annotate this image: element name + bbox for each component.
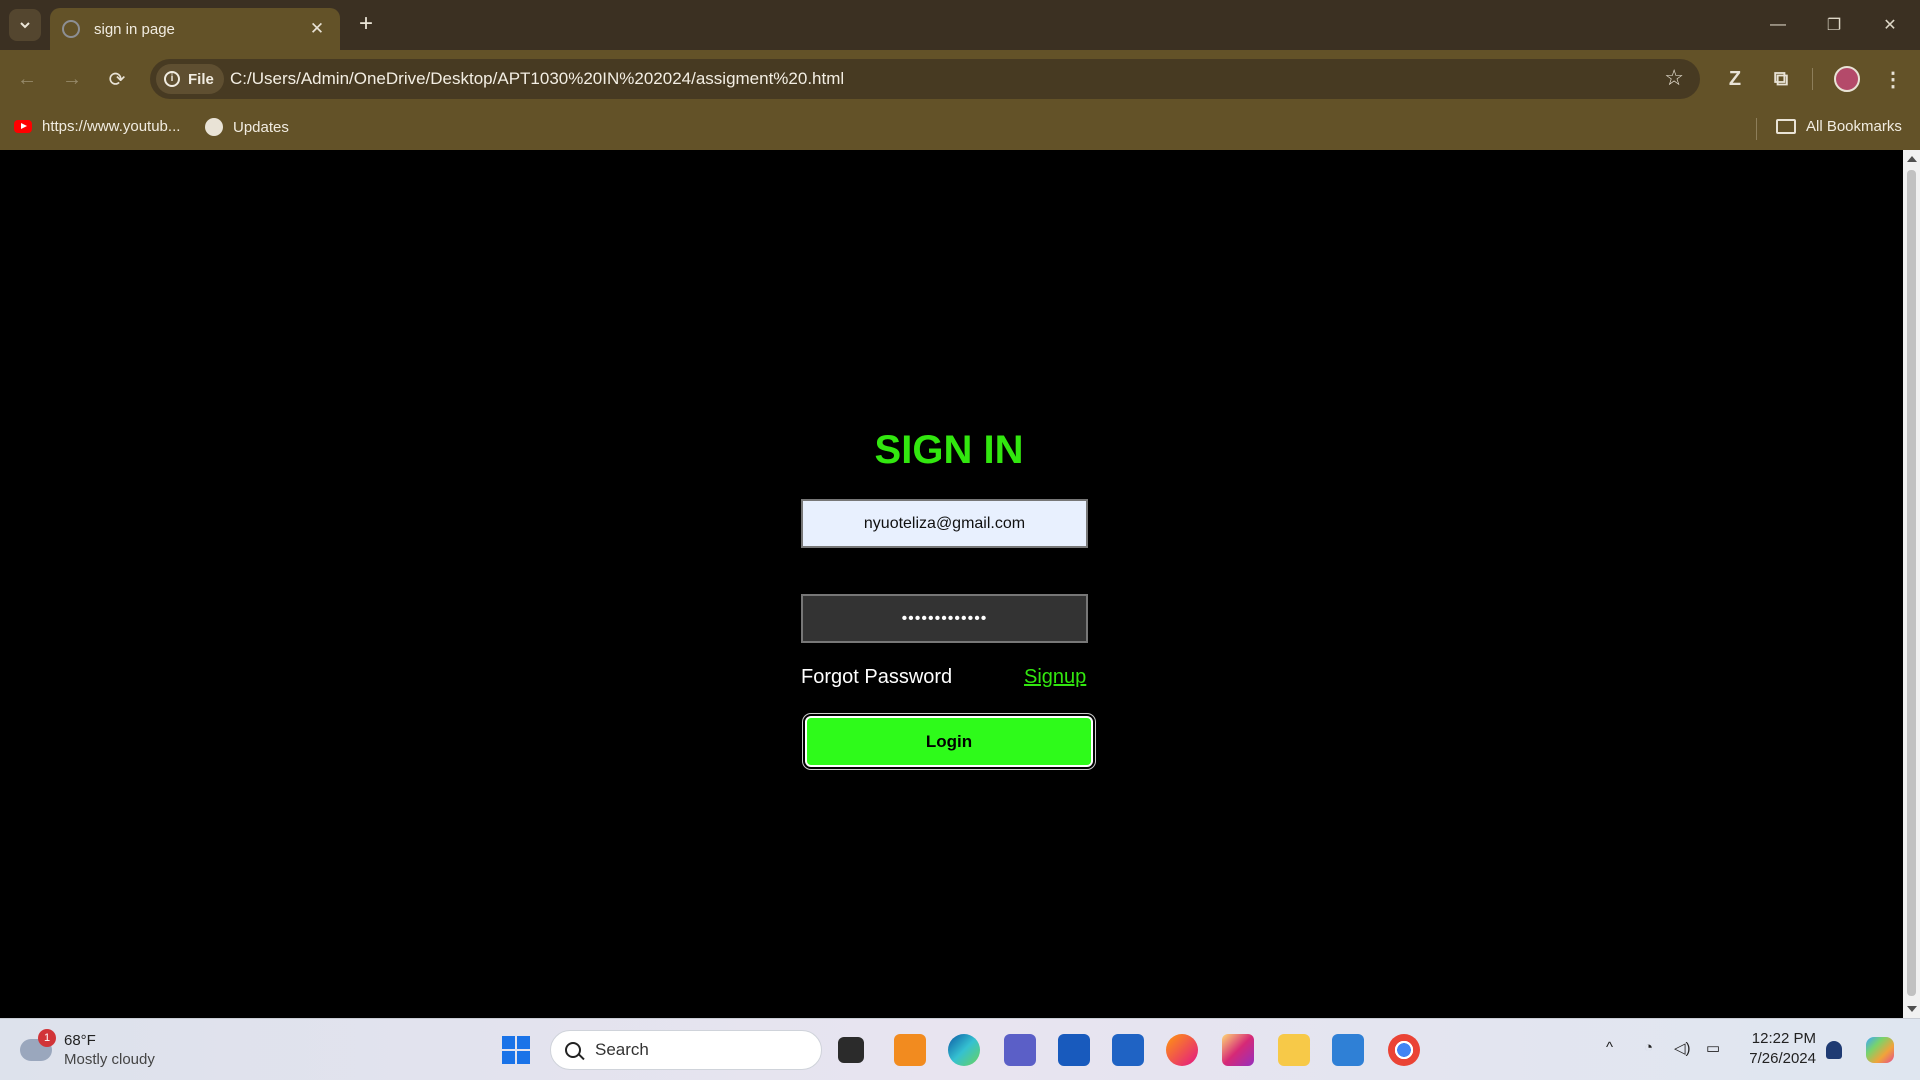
screen: sign in page ✕ + — ❐ ✕ ← → ⟳ i File C:/U… [0, 0, 1920, 1080]
scrollbar-thumb[interactable] [1907, 170, 1916, 996]
tab-strip: sign in page ✕ + — ❐ ✕ [0, 0, 1920, 50]
wifi-icon[interactable]: ◔ [1644, 1039, 1653, 1056]
vscode-icon[interactable] [1332, 1034, 1364, 1066]
bookmark-label: Updates [233, 118, 289, 136]
weather-text: 68°F Mostly cloudy [64, 1031, 155, 1069]
zotero-extension-icon[interactable]: Z [1720, 64, 1750, 94]
edge-icon[interactable] [948, 1034, 980, 1066]
clock-time: 12:22 PM [1751, 1030, 1816, 1047]
active-tab[interactable]: sign in page ✕ [50, 8, 340, 50]
bookmark-star-icon[interactable]: ☆ [1664, 65, 1684, 91]
page-title: SIGN IN [874, 428, 1024, 472]
password-field[interactable] [801, 594, 1088, 643]
page-viewport: SIGN IN Forgot Password Signup Login [0, 150, 1903, 1018]
instagram-icon[interactable] [1222, 1034, 1254, 1066]
windows-start-icon[interactable] [502, 1036, 530, 1064]
clock-date: 7/26/2024 [1749, 1050, 1816, 1067]
extensions-icon[interactable]: ⧉ [1766, 64, 1796, 94]
weather-widget[interactable]: 1 68°F Mostly cloudy [20, 1029, 155, 1069]
scroll-up-icon[interactable] [1907, 156, 1917, 162]
all-bookmarks-button[interactable]: All Bookmarks [1776, 118, 1902, 135]
tab-search-button[interactable] [9, 9, 41, 41]
search-icon [565, 1042, 581, 1058]
copilot-icon[interactable] [1866, 1037, 1894, 1063]
signup-link[interactable]: Signup [1024, 666, 1086, 689]
search-label: Search [595, 1040, 649, 1059]
vertical-scrollbar[interactable] [1903, 150, 1920, 1018]
scroll-down-icon[interactable] [1907, 1006, 1917, 1012]
youtube-icon [14, 120, 32, 133]
bookmark-youtube[interactable]: https://www.youtub... [14, 118, 180, 135]
system-clock[interactable]: 12:22 PM 7/26/2024 [1742, 1029, 1816, 1069]
url-text[interactable]: C:/Users/Admin/OneDrive/Desktop/APT1030%… [230, 69, 844, 89]
task-view-icon[interactable] [838, 1037, 864, 1063]
close-window-button[interactable]: ✕ [1862, 0, 1918, 50]
address-bar[interactable]: i File C:/Users/Admin/OneDrive/Desktop/A… [150, 59, 1700, 99]
browser-toolbar: ← → ⟳ i File C:/Users/Admin/OneDrive/Des… [0, 50, 1920, 108]
more-menu-icon[interactable]: ⋮ [1878, 64, 1908, 94]
bookmarks-divider [1756, 118, 1757, 140]
cloud-icon: 1 [20, 1029, 56, 1061]
chrome-icon[interactable] [1388, 1034, 1420, 1066]
site-info-chip[interactable]: i File [156, 64, 224, 94]
site-info-label: File [188, 70, 214, 88]
close-tab-icon[interactable]: ✕ [306, 19, 328, 39]
weather-temp: 68°F [64, 1032, 96, 1049]
new-tab-button[interactable]: + [352, 10, 380, 38]
windows-taskbar: 1 68°F Mostly cloudy Search ^ ◔ ◁) ▭ 12:… [0, 1018, 1920, 1080]
weather-condition: Mostly cloudy [64, 1051, 155, 1068]
volume-icon[interactable]: ◁) [1674, 1039, 1691, 1057]
folder-icon[interactable] [1278, 1034, 1310, 1066]
teams-icon[interactable] [1004, 1034, 1036, 1066]
taskbar-search[interactable]: Search [550, 1030, 822, 1070]
battery-icon[interactable]: ▭ [1706, 1039, 1720, 1057]
minimize-button[interactable]: — [1750, 0, 1806, 50]
bookmark-updates[interactable]: Updates [205, 118, 289, 136]
forgot-password-link[interactable]: Forgot Password [801, 666, 952, 689]
chevron-down-icon [20, 22, 30, 29]
back-button[interactable]: ← [12, 64, 42, 94]
all-bookmarks-label: All Bookmarks [1806, 118, 1902, 135]
notification-bell-icon[interactable] [1826, 1041, 1842, 1059]
email-field[interactable] [801, 499, 1088, 548]
info-icon: i [164, 71, 180, 87]
bookmark-label: https://www.youtub... [42, 118, 181, 135]
tab-title: sign in page [94, 20, 175, 38]
login-button[interactable]: Login [805, 716, 1093, 767]
reload-button[interactable]: ⟳ [102, 64, 132, 94]
restore-button[interactable]: ❐ [1806, 0, 1862, 50]
chevron-up-icon[interactable]: ^ [1606, 1039, 1613, 1056]
toolbar-divider [1812, 68, 1813, 90]
bookmarks-bar: https://www.youtub... Updates All Bookma… [0, 108, 1920, 150]
forward-button[interactable]: → [57, 64, 87, 94]
globe-icon [62, 20, 80, 38]
globe-icon [205, 118, 223, 136]
store-icon[interactable] [1112, 1034, 1144, 1066]
app-icon[interactable] [894, 1034, 926, 1066]
folder-icon [1776, 119, 1796, 134]
firefox-icon[interactable] [1166, 1034, 1198, 1066]
profile-avatar[interactable] [1834, 66, 1860, 92]
word-icon[interactable] [1058, 1034, 1090, 1066]
notification-badge: 1 [38, 1029, 56, 1047]
